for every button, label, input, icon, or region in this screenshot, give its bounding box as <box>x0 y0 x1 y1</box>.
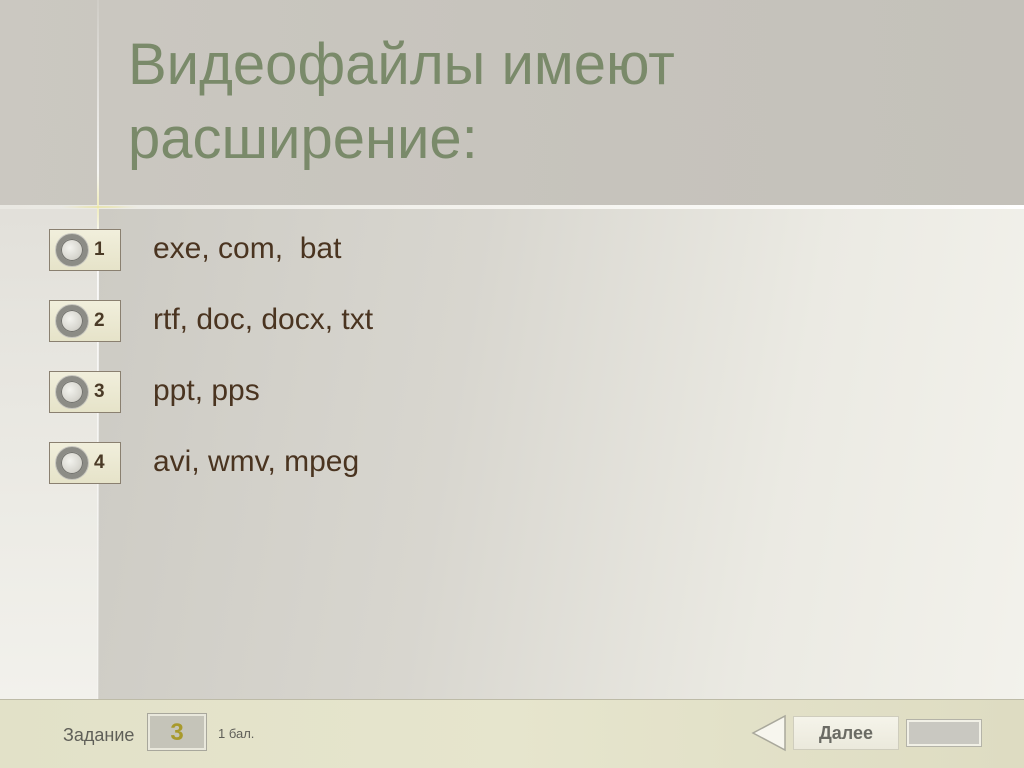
task-label: Задание <box>63 725 135 745</box>
title-underline <box>0 205 1024 209</box>
prev-button[interactable] <box>751 714 787 752</box>
option-number: 4 <box>94 452 105 473</box>
points-label: 1 бал. <box>218 726 255 741</box>
option-label[interactable]: exe, com, bat <box>153 231 341 267</box>
radio-circle-icon <box>56 305 88 337</box>
option-label[interactable]: avi, wmv, mpeg <box>153 444 359 480</box>
task-number: 3 <box>170 719 184 746</box>
triangle-left-icon <box>751 714 786 752</box>
task-number-box: 3 <box>147 713 207 751</box>
radio-circle-icon <box>56 447 88 479</box>
radio-circle-icon <box>56 234 88 266</box>
answer-option-2: 2 rtf, doc, docx, txt <box>48 299 648 370</box>
answer-option-3: 3 ppt, pps <box>48 370 648 441</box>
footer-bar: Задание 3 1 бал. Далее <box>0 699 1024 768</box>
radio-button-1[interactable]: 1 <box>49 229 121 271</box>
answer-options: 1 exe, com, bat 2 rtf, doc, docx, txt 3 … <box>48 228 648 512</box>
next-button[interactable]: Далее <box>793 716 899 750</box>
radio-button-2[interactable]: 2 <box>49 300 121 342</box>
option-number: 2 <box>94 310 105 331</box>
option-number: 1 <box>94 239 105 260</box>
radio-button-4[interactable]: 4 <box>49 442 121 484</box>
answer-option-1: 1 exe, com, bat <box>48 228 648 299</box>
answer-option-4: 4 avi, wmv, mpeg <box>48 441 648 512</box>
option-number: 3 <box>94 381 105 402</box>
question-title: Видеофайлы имеют расширение: <box>128 32 675 171</box>
radio-button-3[interactable]: 3 <box>49 371 121 413</box>
option-label[interactable]: rtf, doc, docx, txt <box>153 302 373 338</box>
option-label[interactable]: ppt, pps <box>153 373 260 409</box>
radio-circle-icon <box>56 376 88 408</box>
blank-button[interactable] <box>906 719 982 747</box>
decorative-sparkle-horizontal <box>60 206 140 208</box>
